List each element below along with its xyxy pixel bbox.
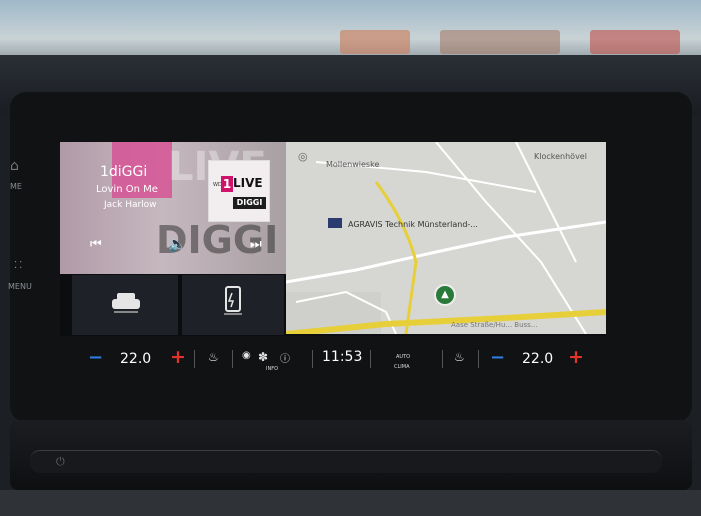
navigation-map[interactable]: Mollenwieske Klockenhövel ◎ AGRAVIS Tech… bbox=[286, 142, 606, 334]
clima-label[interactable]: CLIMA bbox=[394, 364, 410, 370]
skip-back-icon[interactable]: ⏮ bbox=[90, 237, 102, 252]
info-label: INFO bbox=[266, 366, 279, 372]
road-name-label: Aase Straße/Hu... Buss... bbox=[451, 321, 538, 329]
left-temp-up-button[interactable]: + bbox=[170, 346, 186, 368]
right-temperature: 22.0 bbox=[522, 351, 554, 367]
info-icon[interactable]: ⓘ bbox=[280, 350, 290, 365]
left-temp-down-button[interactable]: − bbox=[88, 347, 103, 368]
building-blur bbox=[340, 30, 410, 54]
station-logo: WDR 1 LIVE DIGGI bbox=[208, 160, 270, 222]
map-place-label: Mollenwieske bbox=[326, 160, 380, 169]
speaker-icon[interactable]: 🔈 bbox=[168, 235, 187, 253]
building-blur bbox=[440, 30, 560, 54]
map-place-label: Klockenhövel bbox=[534, 152, 587, 161]
logo-diggi: DIGGI bbox=[233, 197, 266, 209]
auto-label: AUTO bbox=[396, 354, 411, 360]
fan-icon[interactable]: ◉ bbox=[242, 350, 251, 361]
seat-heat-left-icon[interactable]: ♨ bbox=[208, 350, 219, 364]
sign-blur bbox=[590, 30, 680, 54]
airflow-icon[interactable]: ✽ bbox=[258, 350, 268, 364]
divider bbox=[370, 350, 371, 368]
seat-heat-right-icon[interactable]: ♨ bbox=[454, 350, 465, 364]
skip-forward-icon[interactable]: ⏭ bbox=[250, 237, 262, 252]
phone-button[interactable] bbox=[182, 275, 284, 335]
clock: 11:53 bbox=[322, 349, 363, 365]
logo-one: 1 bbox=[221, 176, 233, 192]
right-temp-up-button[interactable]: + bbox=[568, 346, 584, 368]
menu-label: MENU bbox=[8, 282, 32, 291]
home-label: ME bbox=[10, 182, 22, 191]
right-temp-down-button[interactable]: − bbox=[490, 347, 505, 368]
home-icon[interactable]: ⌂ bbox=[10, 158, 19, 174]
dashboard-bottom bbox=[0, 490, 701, 516]
song-title: Lovin On Me bbox=[96, 184, 158, 195]
poi-label: AGRAVIS Technik Münsterland-... bbox=[348, 220, 478, 229]
poi-marker-icon[interactable] bbox=[328, 218, 342, 228]
divider bbox=[194, 350, 195, 368]
divider bbox=[442, 350, 443, 368]
divider bbox=[312, 350, 313, 368]
vehicle-position-icon: ▲ bbox=[434, 284, 456, 306]
divider bbox=[478, 350, 479, 368]
climate-bar: − 22.0 + ♨ ◉ ✽ ⓘ INFO 11:53 AUTO CLIMA ♨… bbox=[60, 340, 606, 378]
logo-live: LIVE bbox=[233, 176, 263, 190]
car-icon bbox=[112, 293, 140, 313]
touch-slider-bar[interactable]: ⏻ bbox=[30, 450, 662, 473]
phone-charging-icon bbox=[224, 286, 242, 315]
power-icon[interactable]: ⏻ bbox=[56, 455, 65, 469]
media-tile[interactable]: LIVE DIGGI 1diGGi Lovin On Me Jack Harlo… bbox=[60, 142, 286, 274]
vehicle-button[interactable] bbox=[72, 275, 178, 335]
divider bbox=[232, 350, 233, 368]
left-temperature: 22.0 bbox=[120, 351, 152, 367]
compass-icon[interactable]: ◎ bbox=[298, 150, 308, 163]
artist-name: Jack Harlow bbox=[104, 200, 157, 210]
station-name: 1diGGi bbox=[100, 164, 148, 180]
menu-grid-icon[interactable]: ⁚⁚ bbox=[14, 260, 24, 271]
